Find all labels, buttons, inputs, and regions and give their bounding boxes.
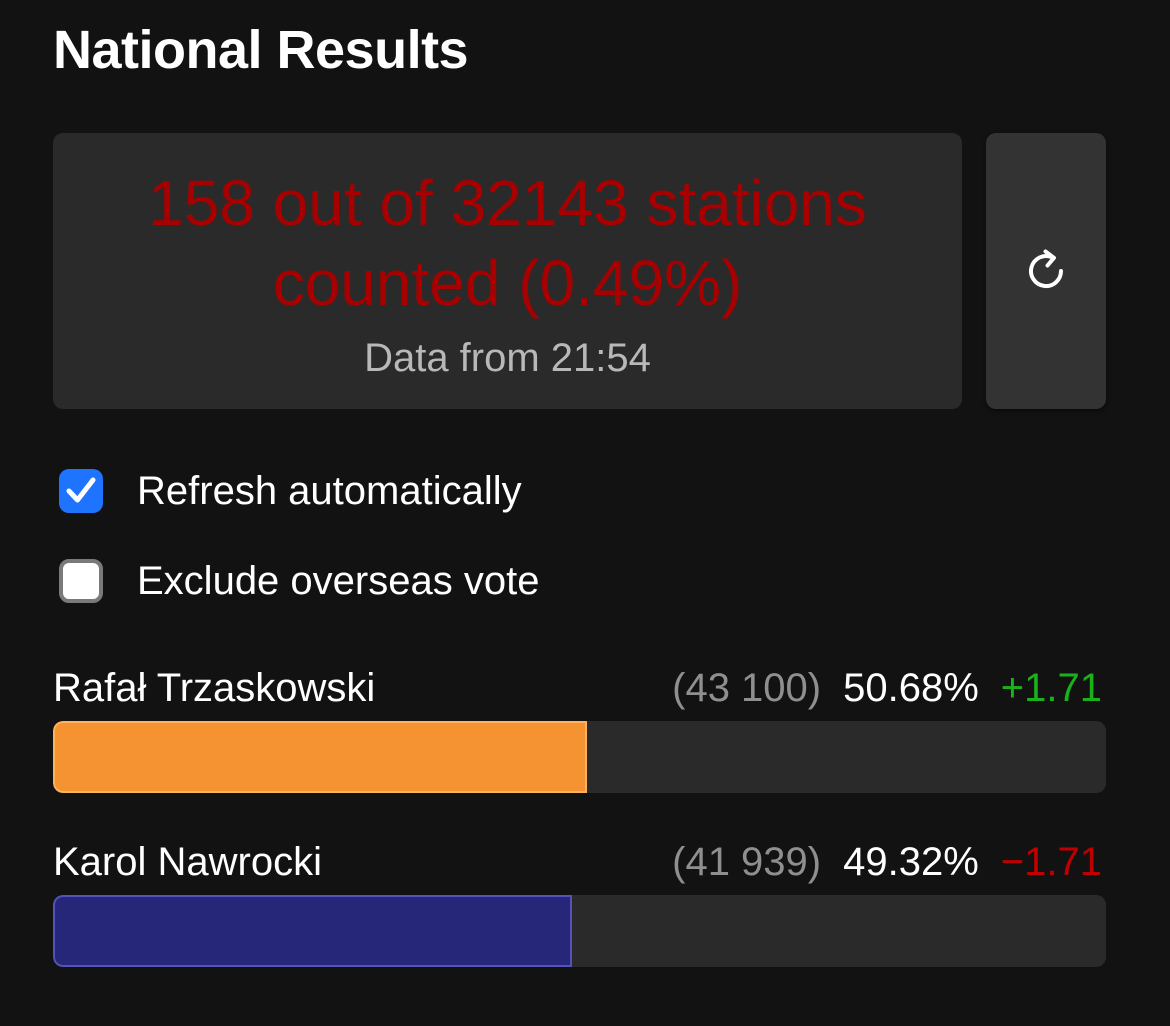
vote-share-fill (53, 895, 573, 967)
candidate-stats: (41 939) 49.32% −1.71 (672, 837, 1102, 887)
vote-share-bar (53, 895, 1106, 967)
auto-refresh-option[interactable]: Refresh automatically (59, 466, 659, 516)
stations-counted-text: 158 out of 32143 stations counted (0.49%… (148, 167, 867, 319)
data-timestamp: Data from 21:54 (364, 336, 651, 380)
candidate-name: Karol Nawrocki (53, 840, 322, 884)
candidate-change: +1.71 (1000, 666, 1102, 710)
auto-refresh-checkbox[interactable] (59, 469, 103, 513)
candidate-votes: (43 100) (672, 666, 822, 710)
exclude-overseas-label: Exclude overseas vote (137, 559, 540, 603)
vote-share-bar (53, 721, 1106, 793)
page-title: National Results (53, 20, 469, 80)
candidate-stats: (43 100) 50.68% +1.71 (672, 663, 1102, 713)
candidate-votes: (41 939) (672, 840, 822, 884)
candidate-percent: 50.68% (843, 666, 979, 710)
candidate-percent: 49.32% (843, 840, 979, 884)
exclude-overseas-checkbox[interactable] (59, 559, 103, 603)
candidate-name: Rafał Trzaskowski (53, 666, 376, 710)
vote-share-fill (53, 721, 587, 793)
count-status-card: 158 out of 32143 stations counted (0.49%… (53, 133, 962, 409)
candidate-change: −1.71 (1000, 840, 1102, 884)
refresh-button[interactable] (986, 133, 1106, 409)
auto-refresh-label: Refresh automatically (137, 469, 522, 513)
checkmark-icon (66, 477, 96, 503)
exclude-overseas-option[interactable]: Exclude overseas vote (59, 556, 659, 606)
refresh-icon (1029, 249, 1064, 289)
